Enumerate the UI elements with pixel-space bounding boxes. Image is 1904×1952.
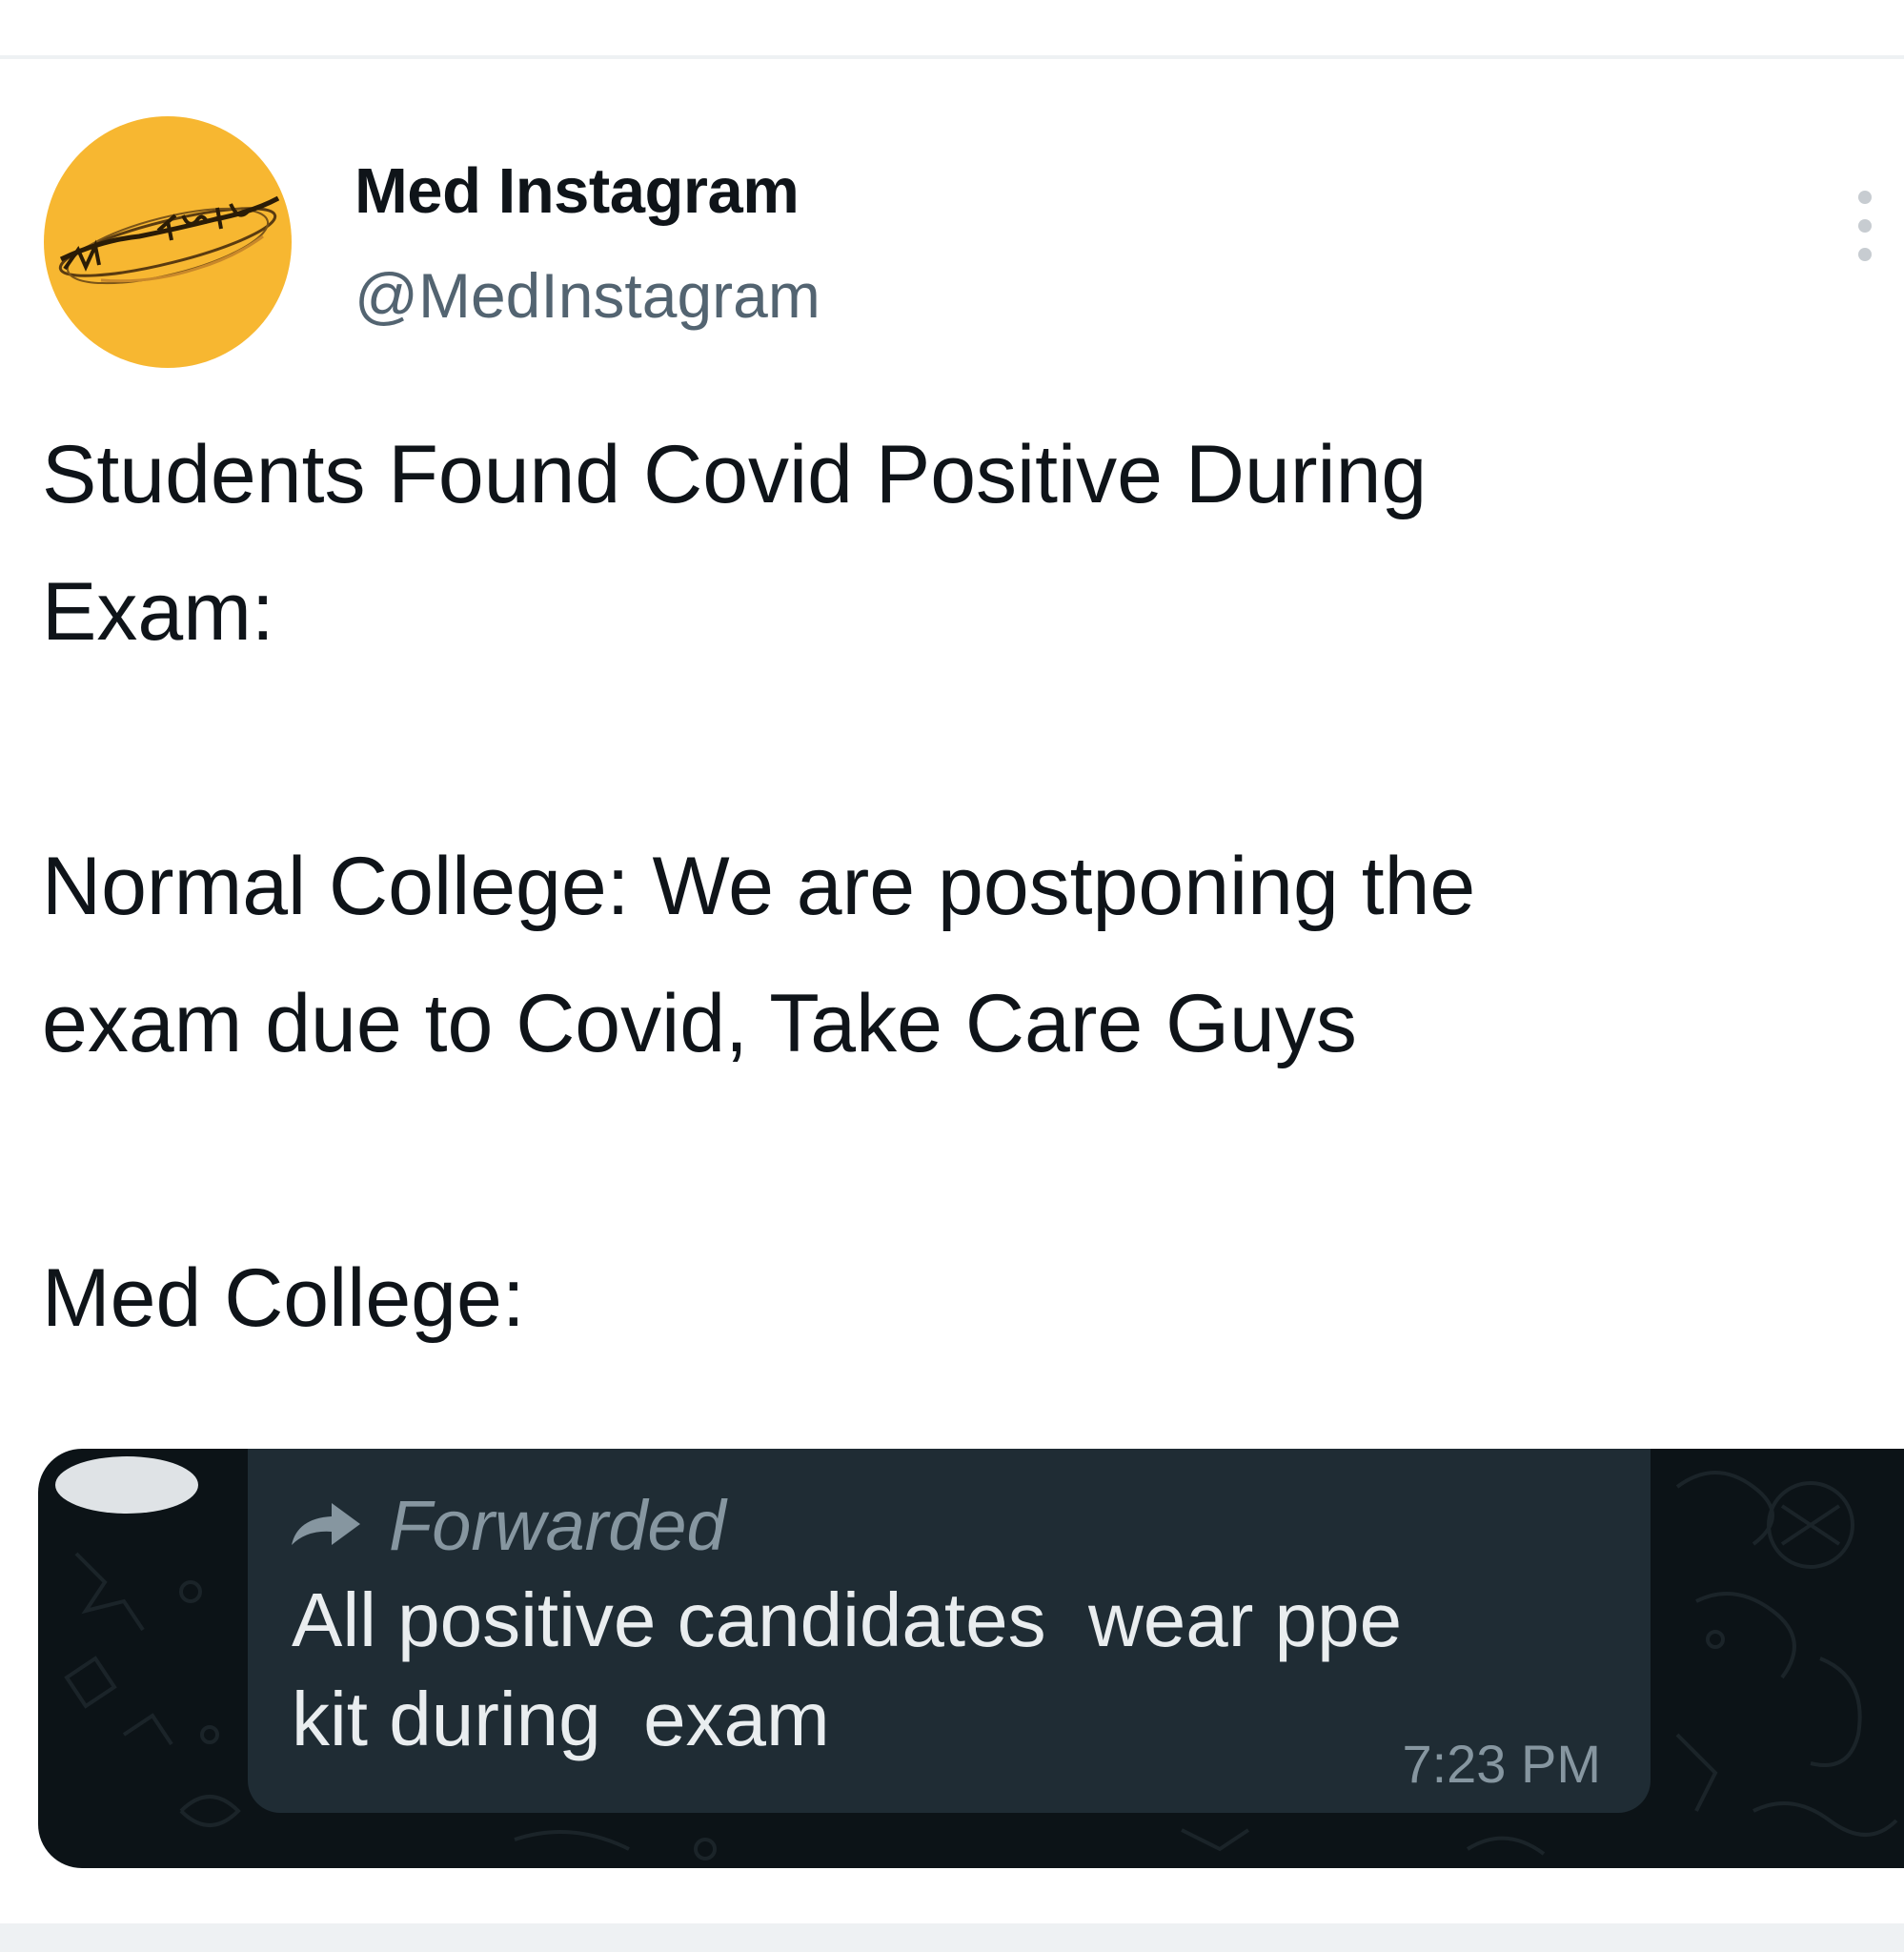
bubble-tail (55, 1456, 198, 1514)
message-bubble[interactable]: Forwarded All positive candidates wear p… (248, 1449, 1651, 1813)
tweet-text-line: Normal College: We are postponing the (42, 841, 1476, 932)
profile-avatar[interactable] (44, 116, 292, 368)
tweet-text-line: Students Found Covid Positive During (42, 429, 1428, 520)
author-handle[interactable]: @MedInstagram (354, 259, 820, 332)
message-timestamp: 7:23 PM (1402, 1734, 1601, 1794)
forwarded-label: Forwarded (389, 1485, 726, 1565)
med-twitter-logo-icon (58, 195, 280, 285)
tweet-text-line: exam due to Covid, Take Care Guys (42, 978, 1357, 1069)
bottom-divider (0, 1923, 1904, 1952)
tweet-text-line: Med College: (42, 1252, 525, 1344)
forwarded-indicator: Forwarded (288, 1485, 726, 1565)
tweet-card: Med Instagram @MedInstagram Students Fou… (0, 59, 1904, 1923)
more-options-icon[interactable] (1854, 191, 1875, 276)
forward-arrow-icon (292, 1503, 360, 1545)
embedded-chat-screenshot[interactable]: Forwarded All positive candidates wear p… (38, 1449, 1904, 1868)
author-display-name[interactable]: Med Instagram (354, 154, 800, 228)
tweet-text-line: Exam: (42, 566, 274, 658)
tweet-text: Students Found Covid Positive During Exa… (42, 406, 1900, 1367)
